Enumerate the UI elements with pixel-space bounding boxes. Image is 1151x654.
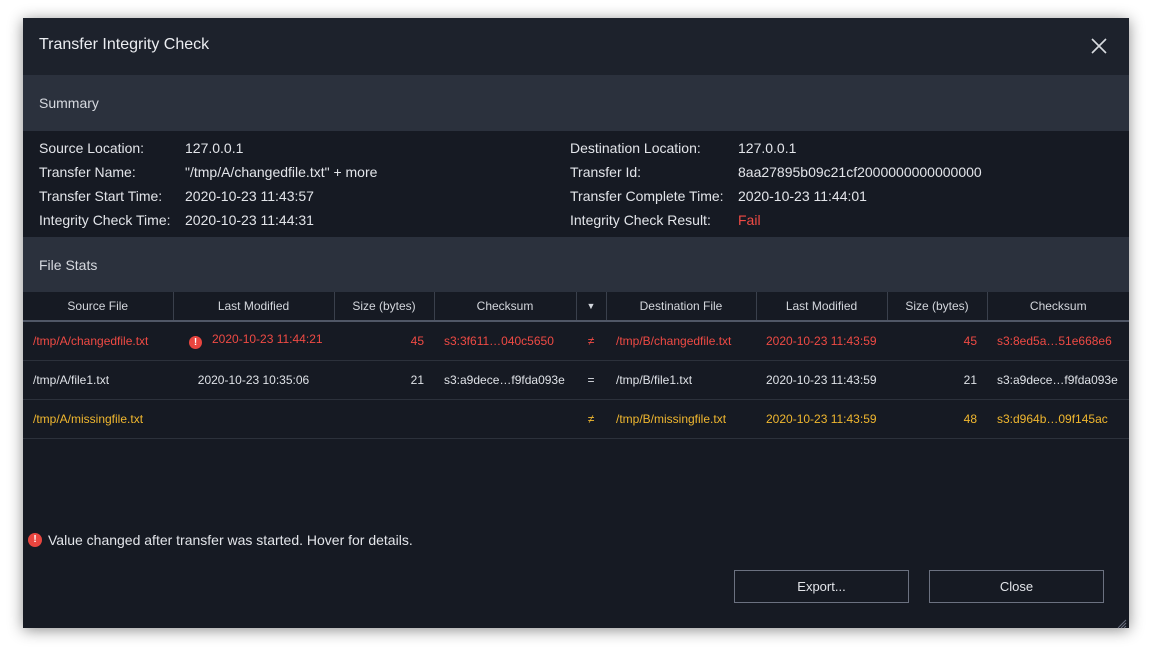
integrity-result-value: Fail [738, 212, 761, 228]
dst-size-cell: 21 [887, 360, 987, 400]
src-modified-text: 2020-10-23 11:44:21 [212, 332, 323, 347]
dst-modified-cell: 2020-10-23 11:43:59 [756, 399, 887, 439]
col-dst-size[interactable]: Size (bytes) [887, 292, 988, 322]
dst-file-cell: /tmp/B/file1.txt [606, 360, 756, 400]
legend-note-text: Value changed after transfer was started… [48, 532, 413, 548]
source-location-label: Source Location: [39, 140, 145, 156]
summary-panel: Source Location: 127.0.0.1 Transfer Name… [23, 131, 1129, 237]
src-file-cell: /tmp/A/file1.txt [23, 360, 173, 400]
table-row[interactable]: /tmp/A/changedfile.txt ! 2020-10-23 11:44… [23, 321, 1129, 361]
src-checksum-cell [434, 399, 576, 439]
transfer-start-label: Transfer Start Time: [39, 188, 163, 204]
compare-cell: ≠ [576, 399, 606, 439]
transfer-name-label: Transfer Name: [39, 164, 136, 180]
col-src-last-modified[interactable]: Last Modified [173, 292, 335, 322]
src-file-cell: /tmp/A/missingfile.txt [23, 399, 173, 439]
resize-grip-icon[interactable] [1117, 616, 1127, 629]
integrity-check-dialog: Transfer Integrity Check Summary Source … [23, 18, 1129, 629]
dst-size-cell: 45 [887, 321, 987, 361]
transfer-start-value: 2020-10-23 11:43:57 [185, 188, 314, 204]
integrity-time-label: Integrity Check Time: [39, 212, 171, 228]
src-checksum-cell: s3:3f611…040c5650 [434, 321, 576, 361]
src-size-cell: 21 [334, 360, 434, 400]
destination-location-value: 127.0.0.1 [738, 140, 797, 156]
src-size-cell [334, 399, 434, 439]
source-location-value: 127.0.0.1 [185, 140, 244, 156]
compare-cell: = [576, 360, 606, 400]
src-modified-cell [173, 399, 334, 439]
legend-note: ! Value changed after transfer was start… [28, 532, 413, 548]
dst-size-cell: 48 [887, 399, 987, 439]
col-dst-checksum[interactable]: Checksum [987, 292, 1129, 322]
src-modified-cell[interactable]: ! 2020-10-23 11:44:21 [173, 321, 334, 361]
transfer-complete-label: Transfer Complete Time: [570, 188, 724, 204]
file-stats-table: Source File Last Modified Size (bytes) C… [23, 292, 1129, 439]
dst-file-cell: /tmp/B/missingfile.txt [606, 399, 756, 439]
transfer-complete-value: 2020-10-23 11:44:01 [738, 188, 867, 204]
col-destination-file[interactable]: Destination File [606, 292, 757, 322]
sort-arrow-icon[interactable]: ▼ [576, 292, 607, 322]
src-modified-cell: 2020-10-23 10:35:06 [173, 360, 334, 400]
dialog-titlebar: Transfer Integrity Check [23, 18, 1129, 75]
compare-cell: ≠ [576, 321, 606, 361]
destination-location-label: Destination Location: [570, 140, 701, 156]
dst-file-cell: /tmp/B/changedfile.txt [606, 321, 756, 361]
src-checksum-cell: s3:a9dece…f9fda093e [434, 360, 576, 400]
summary-header: Summary [23, 75, 1129, 131]
transfer-id-label: Transfer Id: [570, 164, 642, 180]
integrity-time-value: 2020-10-23 11:44:31 [185, 212, 314, 228]
warning-icon[interactable]: ! [189, 336, 202, 350]
col-dst-last-modified[interactable]: Last Modified [756, 292, 888, 322]
src-size-cell: 45 [334, 321, 434, 361]
close-icon[interactable] [1091, 38, 1107, 54]
warning-icon: ! [28, 533, 42, 547]
col-src-size[interactable]: Size (bytes) [334, 292, 435, 322]
export-button[interactable]: Export... [734, 570, 909, 603]
dialog-title: Transfer Integrity Check [39, 36, 210, 53]
summary-header-label: Summary [39, 95, 99, 111]
col-src-checksum[interactable]: Checksum [434, 292, 577, 322]
dst-modified-cell: 2020-10-23 11:43:59 [756, 321, 887, 361]
filestats-header-label: File Stats [39, 257, 98, 273]
dst-checksum-cell: s3:8ed5a…51e668e6 [987, 321, 1129, 361]
col-source-file[interactable]: Source File [23, 292, 174, 322]
src-file-cell: /tmp/A/changedfile.txt [23, 321, 173, 361]
dst-checksum-cell: s3:a9dece…f9fda093e [987, 360, 1129, 400]
dst-checksum-cell: s3:d964b…09f145ac [987, 399, 1129, 439]
dst-modified-cell: 2020-10-23 11:43:59 [756, 360, 887, 400]
transfer-id-value: 8aa27895b09c21cf2000000000000000 [738, 164, 982, 180]
filestats-header: File Stats [23, 237, 1129, 292]
table-row[interactable]: /tmp/A/file1.txt 2020-10-23 10:35:06 21 … [23, 360, 1129, 400]
transfer-name-value: "/tmp/A/changedfile.txt" + more [185, 164, 378, 180]
integrity-result-label: Integrity Check Result: [570, 212, 711, 228]
table-row[interactable]: /tmp/A/missingfile.txt ≠ /tmp/B/missingf… [23, 399, 1129, 439]
close-button[interactable]: Close [929, 570, 1104, 603]
